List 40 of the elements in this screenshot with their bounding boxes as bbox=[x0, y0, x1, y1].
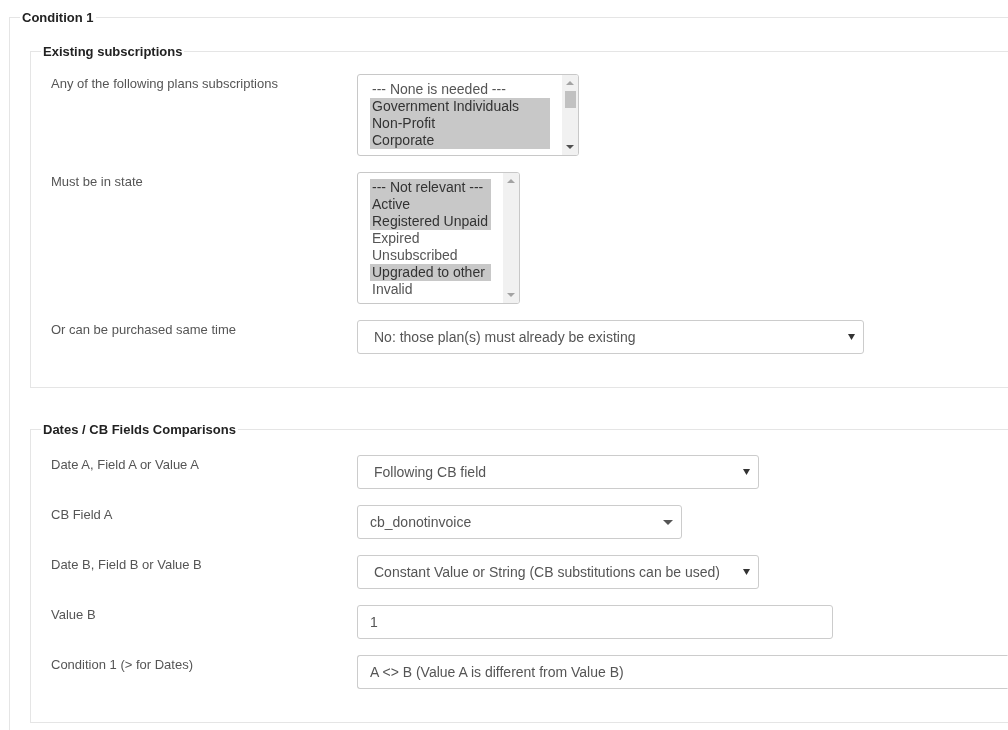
list-option[interactable]: Expired bbox=[370, 230, 491, 247]
arrow-up-icon[interactable] bbox=[566, 81, 574, 85]
text-input[interactable]: 1 bbox=[357, 605, 833, 639]
arrow-down-icon[interactable] bbox=[566, 145, 574, 149]
field-label: Any of the following plans subscriptions bbox=[51, 75, 279, 93]
list-option[interactable]: Corporate bbox=[370, 132, 550, 149]
field-label: Condition 1 (> for Dates) bbox=[51, 656, 194, 674]
field-label: Date A, Field A or Value A bbox=[51, 456, 200, 474]
list-box[interactable]: --- Not relevant --- Active Registered Unpaid Expired Unsubscribed Upgraded to other Invalid bbox=[357, 172, 520, 304]
dropdown[interactable]: Constant Value or String (CB substitutions can be used) bbox=[357, 555, 759, 589]
list-box[interactable]: --- None is needed --- Government Individuals Non-Profit Corporate bbox=[357, 74, 579, 156]
list-option[interactable]: Non-Profit bbox=[370, 115, 550, 132]
list-option[interactable]: Active bbox=[370, 196, 491, 213]
caret-icon bbox=[848, 334, 855, 340]
arrow-up-icon[interactable] bbox=[507, 179, 515, 183]
field-label: Value B bbox=[51, 606, 97, 624]
field-label: Must be in state bbox=[51, 173, 144, 191]
dropdown[interactable]: Following CB field bbox=[357, 455, 759, 489]
dropdown[interactable]: No: those plan(s) must already be existing bbox=[357, 320, 864, 354]
list-option[interactable]: --- None is needed --- bbox=[370, 81, 550, 98]
scrollbar[interactable] bbox=[562, 75, 578, 155]
caret-icon bbox=[743, 569, 750, 575]
list-option[interactable]: Unsubscribed bbox=[370, 247, 491, 264]
text-input[interactable]: A <> B (Value A is different from Value B) bbox=[357, 655, 1008, 689]
list-option[interactable]: Registered Unpaid bbox=[370, 213, 491, 230]
scrollbar-thumb[interactable] bbox=[564, 91, 576, 108]
section-title: Existing subscriptions bbox=[42, 44, 184, 59]
scrollbar[interactable] bbox=[503, 173, 519, 303]
list-option[interactable]: Invalid bbox=[370, 281, 491, 298]
section-title: Condition 1 bbox=[21, 10, 95, 25]
section-title: Dates / CB Fields Comparisons bbox=[42, 422, 237, 437]
field-label: CB Field A bbox=[51, 506, 114, 524]
field-label: Or can be purchased same time bbox=[51, 321, 237, 339]
list-option[interactable]: --- Not relevant --- bbox=[370, 179, 491, 196]
dropdown[interactable]: cb_donotinvoice bbox=[357, 505, 682, 539]
field-label: Date B, Field B or Value B bbox=[51, 556, 203, 574]
list-option[interactable]: Upgraded to other bbox=[370, 264, 491, 281]
caret-icon bbox=[663, 519, 673, 525]
caret-icon bbox=[743, 469, 750, 475]
list-option[interactable]: Government Individuals bbox=[370, 98, 550, 115]
